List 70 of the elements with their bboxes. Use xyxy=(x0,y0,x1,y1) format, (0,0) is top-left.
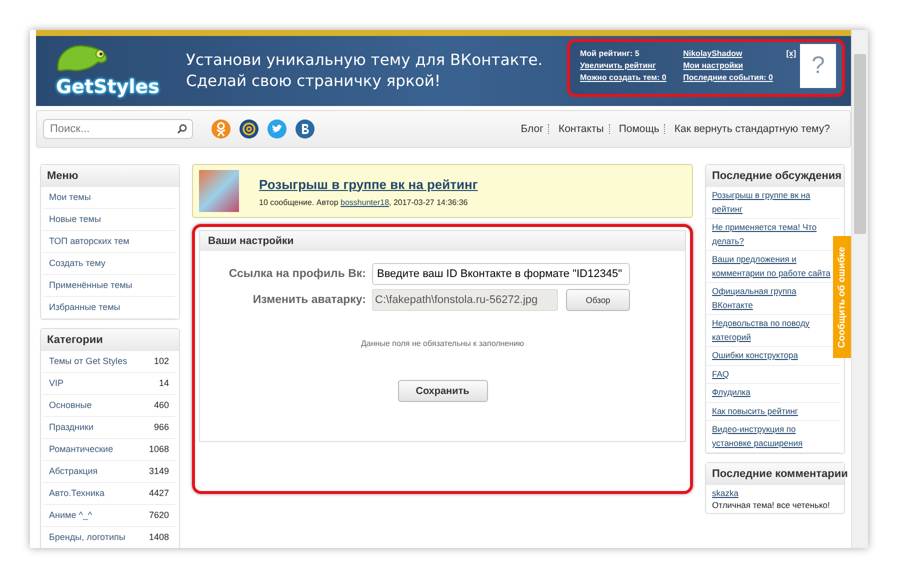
logo-text[interactable]: GetStyles xyxy=(56,76,160,98)
close-link[interactable]: [x] xyxy=(786,44,800,92)
user-link[interactable]: Мои настройки xyxy=(683,60,786,72)
menu-item[interactable]: Избранные темы xyxy=(43,297,175,319)
menu-item[interactable]: Создать тему xyxy=(43,253,175,275)
hint-text: Данные поля не обязательны к заполнению xyxy=(360,339,524,348)
topic-link[interactable]: Розыгрыш в группе вк на рейтинг xyxy=(259,176,478,192)
menu-item[interactable]: Применённые темы xyxy=(43,275,175,297)
search-icon[interactable] xyxy=(177,124,187,134)
category-link[interactable]: Темы от Get Styles xyxy=(49,351,128,372)
user-link[interactable]: Последние события: 0 xyxy=(683,72,786,84)
comment-text: Отличная тема! все четенько! xyxy=(712,500,831,510)
nav-link[interactable]: Помощь xyxy=(618,123,660,135)
user-link[interactable]: Увеличить рейтинг xyxy=(580,60,684,72)
browse-button[interactable]: Обзор xyxy=(566,289,630,311)
category-count: 1408 xyxy=(148,531,169,544)
rating-text: Мой рейтинг: 5 xyxy=(580,48,640,60)
discussion-link[interactable]: Розыгрыш в группе вк на рейтинг xyxy=(712,189,834,216)
panel-title: Ваши настройки xyxy=(200,231,685,251)
discussion-link[interactable]: Видео-инструкция по установке расширения xyxy=(712,423,834,450)
menu-item[interactable]: Новые темы xyxy=(43,209,175,231)
author-link[interactable]: bosshunter18 xyxy=(340,198,390,206)
category-link[interactable]: Абстракция xyxy=(49,461,98,482)
discussion-link[interactable]: Как повысить рейтинг xyxy=(712,404,834,418)
discussion-link[interactable]: Флудилка xyxy=(712,386,834,400)
category-count: 102 xyxy=(154,355,169,368)
discussion-link[interactable]: Ошибки конструктора xyxy=(712,349,834,362)
username-link[interactable]: NikolayShadow xyxy=(683,48,786,60)
nav-link[interactable]: Как вернуть стандартную тему? xyxy=(674,123,830,135)
section-title: Меню xyxy=(41,165,179,187)
discussion-link[interactable]: Ваши предложения и комментарии по работе сайта xyxy=(712,253,834,280)
section-title: Категории xyxy=(41,329,179,351)
file-path-field[interactable]: C:\fakepath\fonstola.ru-56272.jpg xyxy=(372,289,558,311)
category-count: 1068 xyxy=(148,443,169,456)
menu-item[interactable]: ТОП авторских тем xyxy=(43,231,175,253)
save-button[interactable]: Сохранить xyxy=(398,380,488,402)
category-count: 460 xyxy=(154,399,169,412)
tagline-text: Установи уникальную тему для ВКонтакте. xyxy=(186,50,543,71)
letter-b-icon[interactable] xyxy=(295,119,315,139)
category-count: 966 xyxy=(154,421,169,434)
category-count: 14 xyxy=(158,377,169,390)
category-link[interactable]: Бренды, логотипы xyxy=(49,527,126,548)
category-link[interactable]: Романтические xyxy=(49,439,114,460)
text-field[interactable]: Введите ваш ID Вконтакте в формате "ID12345" xyxy=(372,263,630,285)
photo-placeholder xyxy=(199,170,239,212)
category-count: 4427 xyxy=(148,487,169,500)
discussion-link[interactable]: Официальная группа ВКонтакте xyxy=(712,285,834,312)
user-link[interactable]: Можно создать тем: 0 xyxy=(580,72,684,84)
category-link[interactable]: Аниме ^_^ xyxy=(49,505,92,526)
bird-icon[interactable] xyxy=(267,119,287,139)
discussion-link[interactable]: Не применяется тема! Что делать? xyxy=(712,221,834,248)
discussion-link[interactable]: FAQ xyxy=(712,368,834,381)
tagline-text: Сделай свою страничку яркой! xyxy=(186,71,442,92)
field-label: Изменить аватарку: xyxy=(252,294,366,306)
discussion-link[interactable]: Недовольства по поводу категорий xyxy=(712,317,834,344)
topic-meta: 10 сообщение. Автор bosshunter18, 2017-03-27 14:36:36 xyxy=(259,198,469,206)
category-link[interactable]: Праздники xyxy=(49,417,94,438)
section-title: Последние обсуждения xyxy=(706,165,844,187)
category-link[interactable]: Авто.Техника xyxy=(49,483,105,504)
category-link[interactable]: VIP xyxy=(49,373,64,394)
nav-link[interactable]: Контакты xyxy=(558,123,604,135)
category-link[interactable]: Основные xyxy=(49,395,92,416)
nav-link[interactable]: Блог xyxy=(520,123,544,135)
search-field[interactable]: Поиск... xyxy=(43,119,193,139)
comment-author-link[interactable]: skazka xyxy=(712,488,738,498)
category-count: 7620 xyxy=(148,509,169,522)
category-count: 3149 xyxy=(148,465,169,478)
menu-item[interactable]: Мои темы xyxy=(43,187,175,209)
field-label: Ссылка на профиль Вк: xyxy=(228,268,366,280)
scrollbar[interactable] xyxy=(851,30,868,548)
